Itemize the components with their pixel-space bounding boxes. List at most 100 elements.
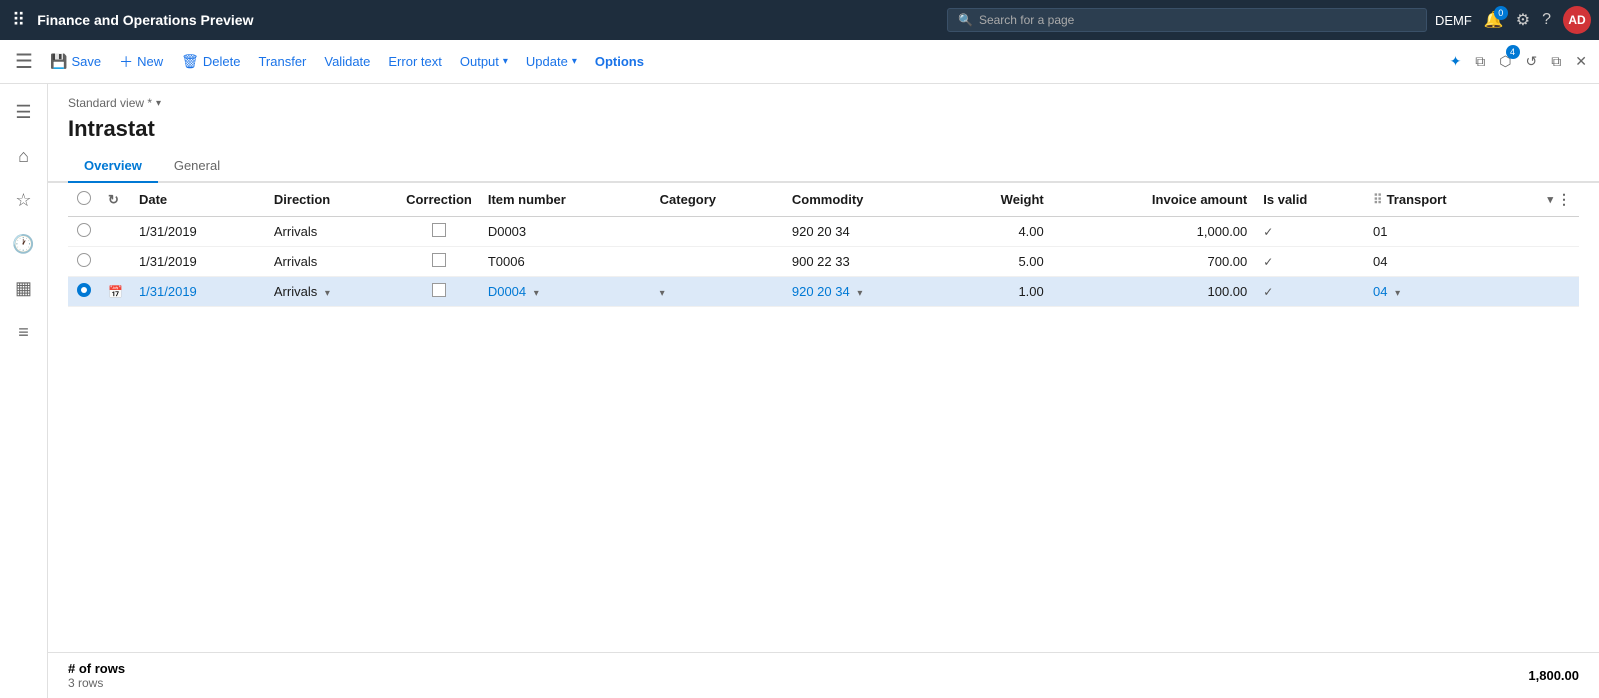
- row2-valid-check: ✓: [1263, 255, 1273, 269]
- page-header: Standard view * ▾ Intrastat: [48, 84, 1599, 142]
- row2-radio[interactable]: [77, 253, 91, 267]
- row2-category: [652, 247, 784, 277]
- col-commodity[interactable]: Commodity: [784, 183, 944, 217]
- row3-date[interactable]: 1/31/2019: [131, 277, 266, 307]
- row3-direction[interactable]: Arrivals ▾: [266, 277, 398, 307]
- sidebar-item-workspaces[interactable]: ▦: [4, 268, 44, 308]
- row3-select[interactable]: [68, 277, 100, 307]
- row3-correction[interactable]: [398, 277, 480, 307]
- table-header-row: ↻ Date Direction Correction Item number: [68, 183, 1579, 217]
- row1-date: 1/31/2019: [131, 217, 266, 247]
- row1-direction: Arrivals: [266, 217, 398, 247]
- close-icon[interactable]: ✕: [1571, 49, 1591, 74]
- row3-transport-value: 04: [1373, 284, 1387, 299]
- col-select-all[interactable]: [68, 183, 100, 217]
- row1-correction[interactable]: [398, 217, 480, 247]
- tab-overview[interactable]: Overview: [68, 150, 158, 183]
- split-view-icon[interactable]: ⧉: [1471, 49, 1489, 74]
- calendar-icon[interactable]: 📅: [108, 285, 123, 299]
- output-dropdown-arrow: ▾: [503, 56, 508, 67]
- output-button[interactable]: Output ▾: [452, 48, 516, 75]
- table-container: ↻ Date Direction Correction Item number: [48, 183, 1599, 652]
- rows-count: 3 rows: [68, 676, 125, 690]
- footer-total: 1,800.00: [1528, 668, 1579, 683]
- row3-item-number-value: D0004: [488, 284, 526, 299]
- row1-transport: 01: [1365, 217, 1579, 247]
- user-avatar[interactable]: AD: [1563, 6, 1591, 34]
- env-label: DEMF: [1435, 13, 1472, 28]
- view-selector[interactable]: Standard view * ▾: [68, 96, 1579, 110]
- select-all-radio[interactable]: [77, 191, 91, 205]
- col-item-number-label: Item number: [488, 192, 566, 207]
- update-label: Update: [526, 54, 568, 69]
- sidebar-item-favorites[interactable]: ☆: [4, 180, 44, 220]
- col-category[interactable]: Category: [652, 183, 784, 217]
- row3-weight: 1.00: [944, 277, 1052, 307]
- row2-is-valid: ✓: [1255, 247, 1365, 277]
- row3-category-dropdown[interactable]: ▾: [660, 288, 665, 299]
- sidebar-item-recent[interactable]: 🕐: [4, 224, 44, 264]
- row3-item-number-dropdown[interactable]: ▾: [534, 288, 539, 299]
- new-icon: ＋: [119, 52, 133, 72]
- col-direction[interactable]: Direction: [266, 183, 398, 217]
- hamburger-icon[interactable]: ☰: [8, 46, 40, 78]
- transfer-button[interactable]: Transfer: [250, 48, 314, 75]
- row3-transport[interactable]: 04 ▾: [1365, 277, 1579, 307]
- row3-invoice-amount: 100.00: [1052, 277, 1256, 307]
- error-text-button[interactable]: Error text: [380, 48, 449, 75]
- row3-correction-cb[interactable]: [432, 283, 446, 297]
- row2-correction-cb[interactable]: [432, 253, 446, 267]
- col-category-label: Category: [660, 192, 716, 207]
- search-box[interactable]: 🔍 Search for a page: [947, 8, 1427, 32]
- row2-select[interactable]: [68, 247, 100, 277]
- row3-commodity[interactable]: 920 20 34 ▾: [784, 277, 944, 307]
- personalize-icon[interactable]: ✦: [1446, 49, 1466, 74]
- open-in-new-icon[interactable]: ⧉: [1547, 49, 1565, 74]
- row2-correction[interactable]: [398, 247, 480, 277]
- tab-general[interactable]: General: [158, 150, 236, 183]
- transport-options-icon[interactable]: ⋮: [1557, 191, 1571, 208]
- intrastat-table: ↻ Date Direction Correction Item number: [68, 183, 1579, 307]
- settings-icon[interactable]: ⚙: [1516, 10, 1530, 30]
- row1-select[interactable]: [68, 217, 100, 247]
- row3-transport-dropdown[interactable]: ▾: [1395, 288, 1400, 299]
- update-button[interactable]: Update ▾: [518, 48, 585, 75]
- row3-category[interactable]: ▾: [652, 277, 784, 307]
- sidebar-item-list[interactable]: ≡: [4, 312, 44, 352]
- grid-icon[interactable]: ⠿: [8, 6, 29, 35]
- refresh-col-icon[interactable]: ↻: [108, 192, 119, 207]
- delete-button[interactable]: 🗑 Delete: [173, 47, 248, 76]
- sidebar-item-home[interactable]: ⌂: [4, 136, 44, 176]
- options-label: Options: [595, 54, 644, 69]
- notification-icon[interactable]: 🔔 0: [1484, 10, 1504, 30]
- row3-item-number[interactable]: D0004 ▾: [480, 277, 652, 307]
- col-weight[interactable]: Weight: [944, 183, 1052, 217]
- tasks-icon[interactable]: ⬡ 4: [1495, 49, 1515, 74]
- validate-button[interactable]: Validate: [316, 48, 378, 75]
- row2-commodity: 900 22 33: [784, 247, 944, 277]
- row3-direction-dropdown[interactable]: ▾: [325, 288, 330, 299]
- search-placeholder: Search for a page: [979, 13, 1074, 27]
- sidebar-item-menu[interactable]: ☰: [4, 92, 44, 132]
- col-transport[interactable]: ⠿ Transport ▾ ⋮: [1365, 183, 1579, 217]
- row1-correction-cb[interactable]: [432, 223, 446, 237]
- new-label: New: [137, 54, 163, 69]
- row1-radio[interactable]: [77, 223, 91, 237]
- error-text-label: Error text: [388, 54, 441, 69]
- help-icon[interactable]: ?: [1542, 11, 1551, 29]
- col-correction[interactable]: Correction: [398, 183, 480, 217]
- row1-icon-cell: [100, 217, 131, 247]
- col-is-valid[interactable]: Is valid: [1255, 183, 1365, 217]
- col-date[interactable]: Date: [131, 183, 266, 217]
- row3-radio[interactable]: [77, 283, 91, 297]
- col-date-label: Date: [139, 192, 167, 207]
- save-button[interactable]: 💾 Save: [42, 47, 109, 76]
- new-button[interactable]: ＋ New: [111, 46, 171, 78]
- refresh-icon[interactable]: ↺: [1522, 49, 1542, 74]
- transport-dropdown-arrow[interactable]: ▾: [1547, 193, 1553, 206]
- row3-commodity-dropdown[interactable]: ▾: [857, 288, 862, 299]
- col-invoice-amount[interactable]: Invoice amount: [1052, 183, 1256, 217]
- table-row-selected: 📅 1/31/2019 Arrivals ▾ D0004 ▾: [68, 277, 1579, 307]
- col-item-number[interactable]: Item number: [480, 183, 652, 217]
- options-button[interactable]: Options: [587, 48, 652, 75]
